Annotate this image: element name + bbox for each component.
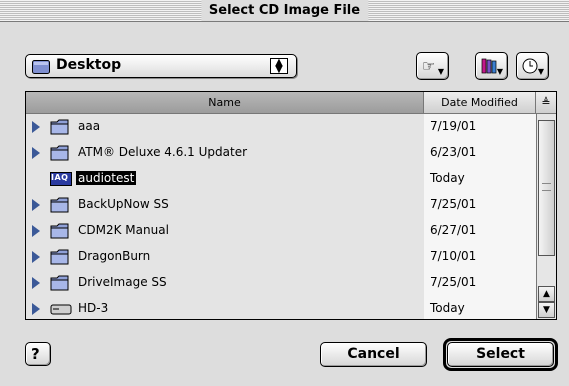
vertical-scrollbar[interactable]: ▲ ▼ xyxy=(536,114,556,319)
file-name: DriveImage SS xyxy=(78,275,167,289)
folder-icon xyxy=(50,249,70,268)
file-icon-label: IAQ xyxy=(51,173,69,182)
disclosure-triangle-icon[interactable] xyxy=(32,147,40,159)
menu-caret-icon: ▼ xyxy=(537,67,544,76)
shortcuts-button[interactable]: ☞ ▼ xyxy=(416,52,449,80)
file-row[interactable]: aaa 7/19/01 xyxy=(26,114,536,140)
file-row[interactable]: HD-3 Today xyxy=(26,296,536,319)
clock-icon xyxy=(522,58,538,77)
date-cell: 6/27/01 xyxy=(424,218,536,244)
cancel-label: Cancel xyxy=(347,346,400,362)
hard-disk-icon xyxy=(50,301,72,319)
menu-caret-icon: ▼ xyxy=(496,67,503,76)
disclosure-triangle-icon[interactable] xyxy=(32,277,40,289)
window-title: Select CD Image File xyxy=(200,0,369,21)
file-row[interactable]: DriveImage SS 7/25/01 xyxy=(26,270,536,296)
location-label: Desktop xyxy=(56,57,122,73)
file-name: audiotest xyxy=(76,171,137,185)
file-date: 6/23/01 xyxy=(430,145,477,159)
date-cell: 7/25/01 xyxy=(424,192,536,218)
cd-image-file-icon: IAQ xyxy=(50,171,72,190)
name-cell: DragonBurn xyxy=(26,244,424,270)
scroll-up-button[interactable]: ▲ xyxy=(538,286,555,302)
scroll-thumb[interactable] xyxy=(538,120,555,256)
file-date: 6/27/01 xyxy=(430,223,477,237)
name-cell: BackUpNow SS xyxy=(26,192,424,218)
folder-icon xyxy=(50,119,70,138)
menu-caret-icon: ▼ xyxy=(437,67,444,76)
file-date: 7/10/01 xyxy=(430,249,477,263)
folder-icon xyxy=(50,275,70,294)
help-icon: ? xyxy=(31,345,40,363)
grip-icon xyxy=(542,183,551,191)
column-header-name[interactable]: Name xyxy=(26,92,424,114)
desktop-icon xyxy=(32,59,50,78)
folder-icon xyxy=(50,197,70,216)
file-browser[interactable]: Name Date Modified ≜ aaa 7/19/01 ATM® De… xyxy=(25,91,557,320)
recent-button[interactable]: ▼ xyxy=(516,52,549,80)
file-name: DragonBurn xyxy=(78,249,151,263)
date-cell: 6/23/01 xyxy=(424,140,536,166)
file-row[interactable]: ATM® Deluxe 4.6.1 Updater 6/23/01 xyxy=(26,140,536,166)
file-date: 7/19/01 xyxy=(430,119,477,133)
cancel-button[interactable]: Cancel xyxy=(320,342,427,367)
name-cell: DriveImage SS xyxy=(26,270,424,296)
folder-icon xyxy=(50,223,70,242)
title-bar[interactable]: Select CD Image File xyxy=(0,0,569,22)
location-popup[interactable]: Desktop ▲ ▼ xyxy=(25,54,297,78)
books-icon xyxy=(481,58,497,77)
disclosure-triangle-icon[interactable] xyxy=(32,199,40,211)
disclosure-triangle-icon[interactable] xyxy=(32,225,40,237)
disclosure-triangle-icon[interactable] xyxy=(32,121,40,133)
name-cell: ATM® Deluxe 4.6.1 Updater xyxy=(26,140,424,166)
select-label: Select xyxy=(476,346,525,362)
file-name: HD-3 xyxy=(78,301,109,315)
name-cell: aaa xyxy=(26,114,424,140)
name-cell: HD-3 xyxy=(26,296,424,319)
date-cell: 7/10/01 xyxy=(424,244,536,270)
file-name: BackUpNow SS xyxy=(78,197,169,211)
file-date: Today xyxy=(430,301,465,315)
disclosure-triangle-icon[interactable] xyxy=(32,251,40,263)
name-cell: CDM2K Manual xyxy=(26,218,424,244)
file-date: 7/25/01 xyxy=(430,275,477,289)
file-row[interactable]: DragonBurn 7/10/01 xyxy=(26,244,536,270)
disclosure-triangle-icon[interactable] xyxy=(32,303,40,315)
help-button[interactable]: ? xyxy=(25,342,51,366)
column-header-date[interactable]: Date Modified xyxy=(424,92,536,114)
file-list[interactable]: aaa 7/19/01 ATM® Deluxe 4.6.1 Updater 6/… xyxy=(26,114,536,319)
date-cell: 7/19/01 xyxy=(424,114,536,140)
file-date: 7/25/01 xyxy=(430,197,477,211)
select-button[interactable]: Select xyxy=(447,342,554,367)
file-row-selected[interactable]: IAQ audiotest Today xyxy=(26,166,536,192)
file-row[interactable]: CDM2K Manual 6/27/01 xyxy=(26,218,536,244)
file-name: ATM® Deluxe 4.6.1 Updater xyxy=(78,145,248,159)
file-name: aaa xyxy=(78,119,101,133)
date-cell: Today xyxy=(424,166,536,192)
folder-icon xyxy=(50,145,70,164)
date-cell: 7/25/01 xyxy=(424,270,536,296)
favorites-button[interactable]: ▼ xyxy=(475,52,508,80)
hand-pointer-icon: ☞ xyxy=(422,57,436,75)
scroll-down-button[interactable]: ▼ xyxy=(538,302,555,318)
file-row[interactable]: BackUpNow SS 7/25/01 xyxy=(26,192,536,218)
file-name: CDM2K Manual xyxy=(78,223,169,237)
sort-order-button[interactable]: ≜ xyxy=(536,92,556,114)
date-cell: Today xyxy=(424,296,536,319)
name-cell: IAQ audiotest xyxy=(26,166,424,192)
popup-arrows-icon: ▲ ▼ xyxy=(270,58,288,75)
file-date: Today xyxy=(430,171,465,185)
